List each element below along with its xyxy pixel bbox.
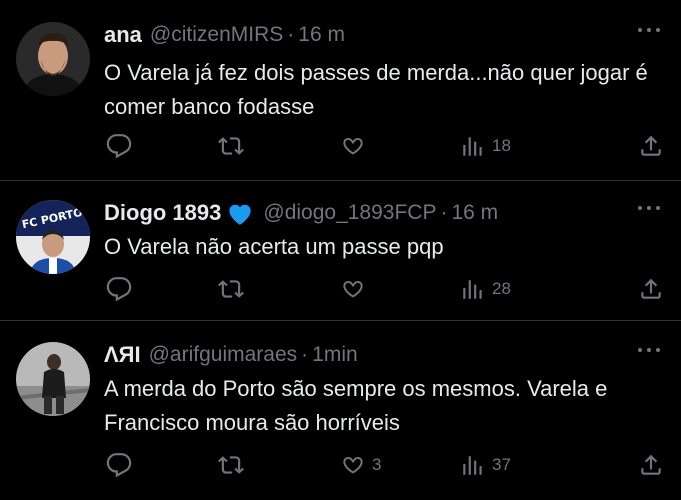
tweet-actions: 3 37 bbox=[104, 450, 665, 480]
share-icon bbox=[638, 133, 664, 159]
tweet-text: O Varela já fez dois passes de merda...n… bbox=[104, 60, 648, 119]
views-chart-icon bbox=[460, 452, 486, 478]
timestamp[interactable]: 1min bbox=[312, 343, 358, 367]
share-icon bbox=[638, 276, 664, 302]
avatar[interactable]: FC PORTO bbox=[16, 200, 90, 274]
tweet[interactable]: ΛЯI @arifguimaraes · 1min A merda do Por… bbox=[0, 322, 681, 500]
separator-dot: · bbox=[301, 343, 309, 366]
share-icon bbox=[638, 452, 664, 478]
retweet-icon bbox=[218, 133, 244, 159]
reply-icon bbox=[106, 452, 132, 478]
retweet-icon bbox=[218, 452, 244, 478]
views-button[interactable]: 18 bbox=[460, 131, 511, 161]
display-name[interactable]: ΛЯI bbox=[104, 342, 141, 368]
share-button[interactable] bbox=[638, 131, 664, 161]
display-name[interactable]: ana bbox=[104, 22, 142, 48]
retweet-button[interactable] bbox=[218, 274, 244, 304]
user-handle[interactable]: @citizenMIRS bbox=[150, 23, 283, 47]
user-handle[interactable]: @arifguimaraes bbox=[149, 343, 298, 367]
more-options-icon[interactable] bbox=[637, 204, 661, 212]
avatar[interactable] bbox=[16, 342, 90, 416]
reply-button[interactable] bbox=[106, 131, 132, 161]
share-button[interactable] bbox=[638, 450, 664, 480]
reply-icon bbox=[106, 133, 132, 159]
views-button[interactable]: 28 bbox=[460, 274, 511, 304]
tweet-actions: 28 bbox=[104, 274, 665, 304]
view-count: 37 bbox=[492, 455, 511, 474]
reply-icon bbox=[106, 276, 132, 302]
like-button[interactable]: 3 bbox=[340, 450, 381, 480]
views-chart-icon bbox=[460, 133, 486, 159]
reply-button[interactable] bbox=[106, 274, 132, 304]
heart-icon bbox=[340, 133, 366, 159]
tweet-text: A merda do Porto são sempre os mesmos. V… bbox=[104, 376, 608, 435]
view-count: 28 bbox=[492, 279, 511, 298]
like-button[interactable] bbox=[340, 131, 372, 161]
share-button[interactable] bbox=[638, 274, 664, 304]
heart-icon bbox=[340, 276, 366, 302]
tweet-actions: 18 bbox=[104, 131, 665, 161]
timestamp[interactable]: 16 m bbox=[451, 201, 498, 225]
retweet-icon bbox=[218, 276, 244, 302]
tweet[interactable]: FC PORTO Diogo 1893 @diogo_1893FCP · 16 … bbox=[0, 182, 681, 321]
retweet-button[interactable] bbox=[218, 450, 244, 480]
heart-icon bbox=[340, 452, 366, 478]
separator-dot: · bbox=[440, 201, 448, 224]
blue-heart-icon bbox=[229, 204, 252, 225]
views-button[interactable]: 37 bbox=[460, 450, 511, 480]
view-count: 18 bbox=[492, 136, 511, 155]
reply-button[interactable] bbox=[106, 450, 132, 480]
avatar[interactable] bbox=[16, 22, 90, 96]
tweet-text: O Varela não acerta um passe pqp bbox=[104, 234, 444, 259]
tweet[interactable]: ana @citizenMIRS · 16 m O Varela já fez … bbox=[0, 0, 681, 181]
views-chart-icon bbox=[460, 276, 486, 302]
more-options-icon[interactable] bbox=[637, 346, 661, 354]
retweet-button[interactable] bbox=[218, 131, 244, 161]
like-count: 3 bbox=[372, 455, 382, 474]
like-button[interactable] bbox=[340, 274, 372, 304]
more-options-icon[interactable] bbox=[637, 26, 661, 34]
separator-dot: · bbox=[287, 23, 295, 46]
display-name[interactable]: Diogo 1893 bbox=[104, 200, 221, 226]
timestamp[interactable]: 16 m bbox=[298, 23, 345, 47]
user-handle[interactable]: @diogo_1893FCP bbox=[263, 201, 436, 225]
